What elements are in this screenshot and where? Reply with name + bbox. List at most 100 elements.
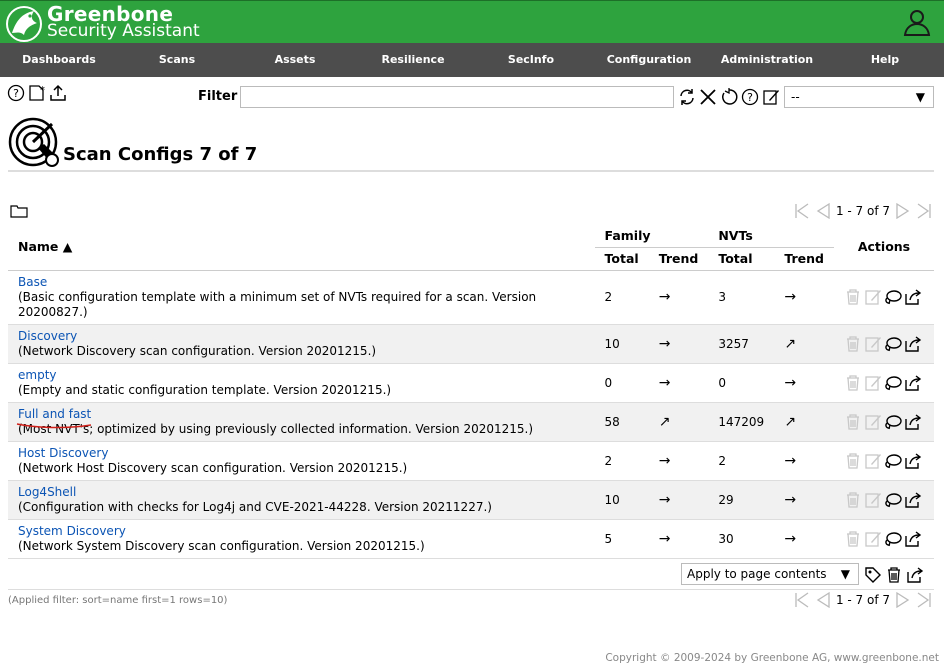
reset-icon[interactable]	[720, 88, 738, 106]
column-header-nvts-trend[interactable]: Trend	[774, 247, 834, 271]
export-icon[interactable]	[904, 335, 922, 353]
family-trend-icon: →	[658, 374, 671, 391]
next-page-icon[interactable]	[896, 592, 910, 608]
pager-bottom: 1 - 7 of 7	[794, 592, 932, 608]
edit-icon[interactable]	[864, 374, 882, 392]
edit-icon[interactable]	[864, 413, 882, 431]
nav-secinfo[interactable]: SecInfo	[472, 43, 590, 77]
delete-icon[interactable]	[844, 288, 862, 306]
delete-icon[interactable]	[844, 413, 862, 431]
nvts-trend-icon: →	[784, 491, 797, 508]
refresh-icon[interactable]	[678, 88, 696, 106]
first-page-icon[interactable]	[794, 592, 810, 608]
clear-icon[interactable]	[699, 88, 717, 106]
nvts-total: 29	[718, 492, 734, 507]
user-icon[interactable]	[902, 7, 932, 37]
nav-assets[interactable]: Assets	[236, 43, 354, 77]
column-header-actions: Actions	[833, 224, 934, 271]
clone-icon[interactable]	[884, 374, 902, 392]
bulk-action-select[interactable]: Apply to page contents ▼	[681, 563, 859, 585]
tag-icon[interactable]	[864, 566, 882, 584]
edit-icon[interactable]	[864, 335, 882, 353]
nav-dashboards[interactable]: Dashboards	[0, 43, 118, 77]
column-header-family-total[interactable]: Total	[594, 247, 649, 271]
clone-icon[interactable]	[884, 288, 902, 306]
nav-help[interactable]: Help	[826, 43, 944, 77]
main-nav: Dashboards Scans Assets Resilience SecIn…	[0, 43, 944, 77]
clone-icon[interactable]	[884, 335, 902, 353]
svg-text:?: ?	[13, 87, 19, 100]
name-cell: empty (Empty and static configuration tem…	[8, 363, 595, 402]
last-page-icon[interactable]	[916, 203, 932, 219]
new-icon[interactable]: *	[28, 84, 46, 102]
config-name-link[interactable]: Host Discovery	[18, 446, 585, 461]
first-page-icon[interactable]	[794, 203, 810, 219]
export-icon[interactable]	[904, 530, 922, 548]
config-name-link[interactable]: Log4Shell	[18, 485, 585, 500]
actions-cell	[834, 441, 934, 480]
config-name-link[interactable]: Discovery	[18, 329, 585, 344]
delete-icon[interactable]	[844, 452, 862, 470]
export-icon[interactable]	[904, 491, 922, 509]
delete-icon[interactable]	[844, 530, 862, 548]
delete-icon[interactable]	[844, 491, 862, 509]
export-icon[interactable]	[904, 413, 922, 431]
edit-icon[interactable]	[864, 452, 882, 470]
table-row: Full and fast (Most NVT's; optimized by u…	[8, 402, 934, 441]
clone-icon[interactable]	[884, 452, 902, 470]
bulk-action-value: Apply to page contents	[687, 567, 827, 581]
nav-administration[interactable]: Administration	[708, 43, 826, 77]
chevron-down-icon: ▼	[915, 90, 925, 104]
column-header-family-trend[interactable]: Trend	[648, 247, 709, 271]
help-icon[interactable]: ?	[7, 84, 25, 102]
edit-icon[interactable]	[864, 491, 882, 509]
export-icon[interactable]	[906, 566, 924, 584]
delete-icon[interactable]	[844, 374, 862, 392]
nvts-trend-icon: ↗	[784, 335, 797, 352]
clone-icon[interactable]	[884, 530, 902, 548]
config-comment: (Network System Discovery scan configura…	[18, 538, 425, 553]
delete-icon[interactable]	[844, 335, 862, 353]
export-icon[interactable]	[904, 288, 922, 306]
upload-icon[interactable]	[49, 84, 67, 102]
config-comment: (Configuration with checks for Log4j and…	[18, 499, 492, 514]
clone-icon[interactable]	[884, 413, 902, 431]
clone-icon[interactable]	[884, 491, 902, 509]
next-page-icon[interactable]	[896, 203, 910, 219]
nvts-trend-icon: →	[784, 289, 797, 305]
config-comment: (Most NVT's; optimized by using previous…	[18, 421, 534, 436]
divider	[8, 589, 934, 590]
last-page-icon[interactable]	[916, 592, 932, 608]
config-name-link[interactable]: Full and fast	[18, 407, 585, 422]
nvts-total: 2	[718, 453, 726, 468]
filter-input[interactable]	[240, 86, 674, 108]
config-name-link[interactable]: System Discovery	[18, 524, 585, 539]
export-icon[interactable]	[904, 452, 922, 470]
filter-help-icon[interactable]: ?	[741, 88, 759, 106]
table-row: Discovery (Network Discovery scan configu…	[8, 324, 934, 363]
greenbone-logo-icon[interactable]	[4, 3, 44, 43]
nav-resilience[interactable]: Resilience	[354, 43, 472, 77]
folder-icon[interactable]	[10, 204, 28, 218]
family-trend-icon: →	[658, 335, 671, 352]
nav-scans[interactable]: Scans	[118, 43, 236, 77]
filter-select[interactable]: -- ▼	[784, 86, 934, 108]
family-trend-icon: →	[658, 491, 671, 508]
edit-filter-icon[interactable]	[762, 88, 780, 106]
config-name-link[interactable]: Base	[18, 275, 585, 290]
name-cell: System Discovery (Network System Discover…	[8, 519, 595, 558]
edit-icon[interactable]	[864, 530, 882, 548]
nvts-trend-icon: →	[784, 452, 797, 469]
edit-icon[interactable]	[864, 288, 882, 306]
previous-page-icon[interactable]	[816, 592, 830, 608]
export-icon[interactable]	[904, 374, 922, 392]
config-name-link[interactable]: empty	[18, 368, 585, 383]
previous-page-icon[interactable]	[816, 203, 830, 219]
delete-icon[interactable]	[885, 566, 903, 584]
column-header-name[interactable]: Name ▲	[8, 224, 595, 271]
config-comment: (Network Discovery scan configuration. V…	[18, 343, 377, 358]
svg-text:?: ?	[747, 91, 753, 104]
nav-configuration[interactable]: Configuration	[590, 43, 708, 77]
column-header-nvts-total[interactable]: Total	[708, 247, 775, 271]
family-total: 10	[604, 492, 620, 507]
